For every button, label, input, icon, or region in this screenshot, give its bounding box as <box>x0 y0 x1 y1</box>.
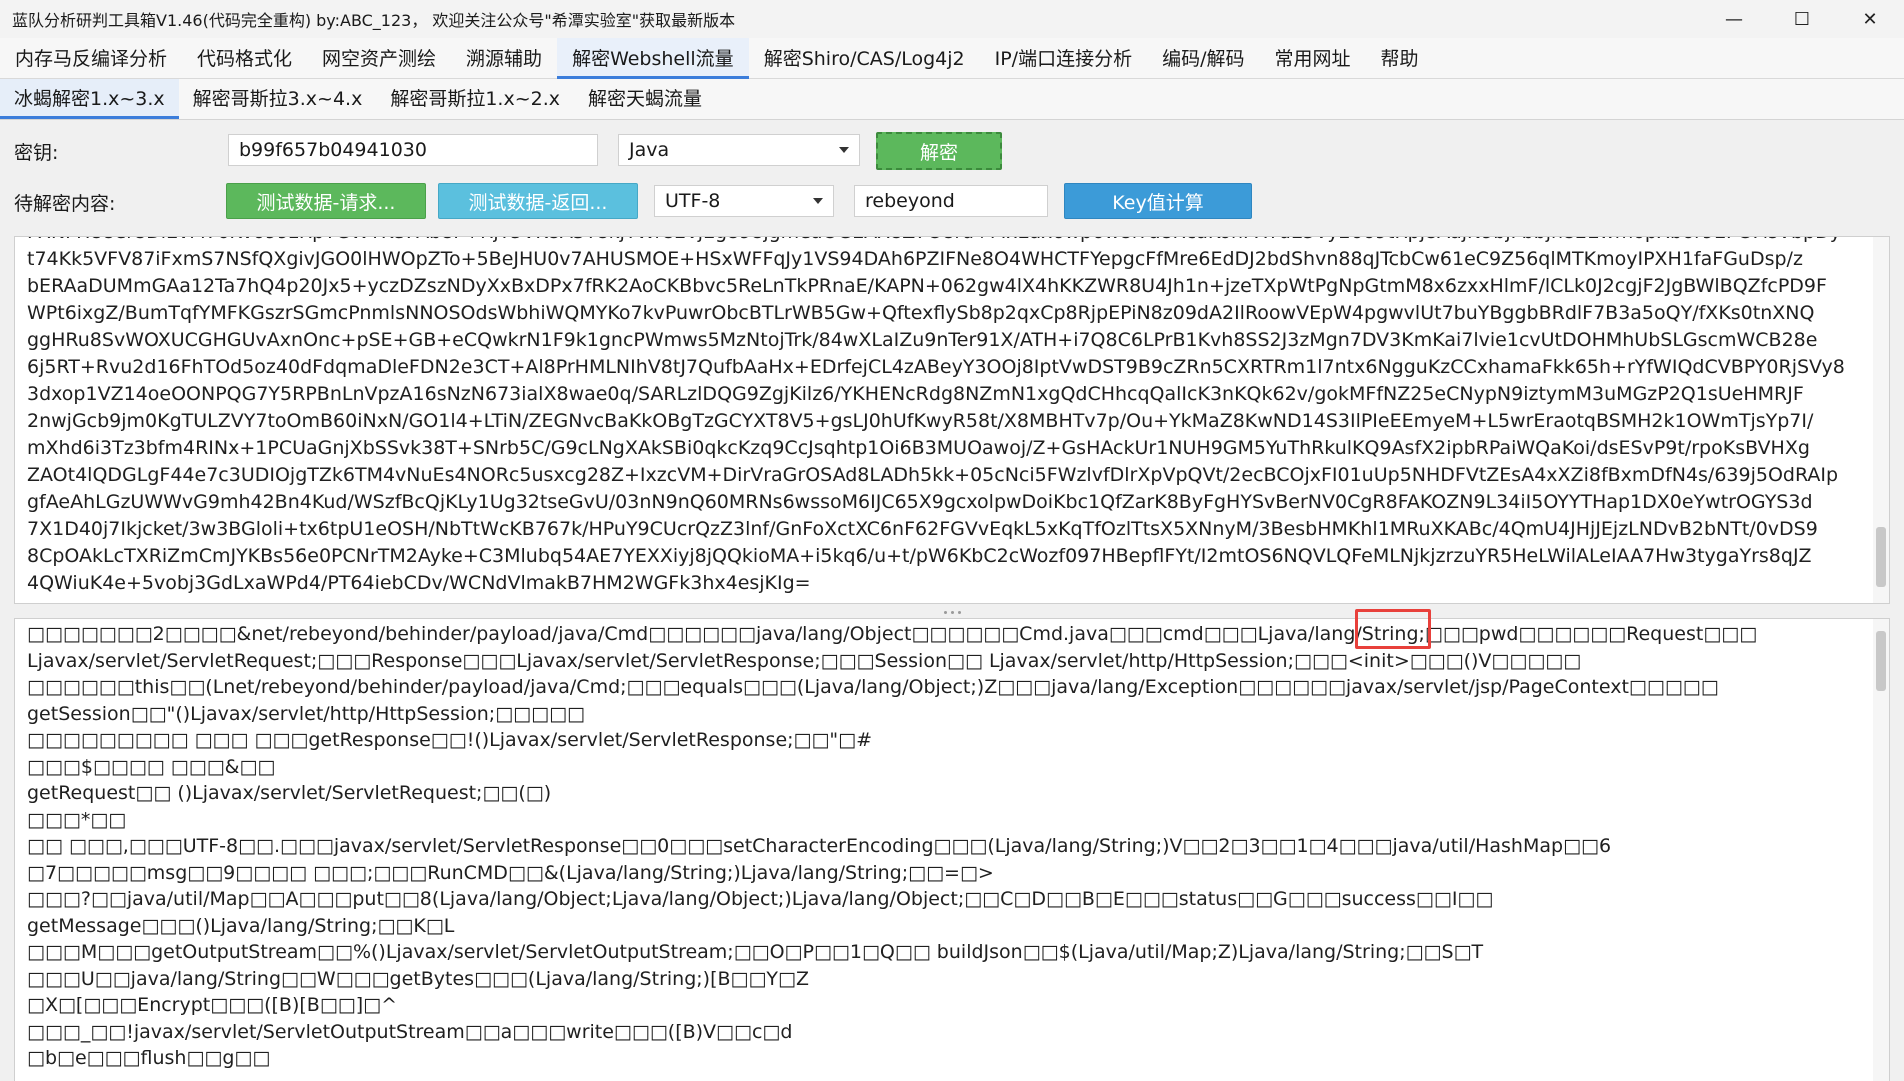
window-title: 蓝队分析研判工具箱V1.46(代码完全重构) by:ABC_123， 欢迎关注公… <box>12 11 736 30</box>
encoded-scrollbar[interactable] <box>1873 237 1889 603</box>
encoded-line: bERAaDUMmGAa12Ta7hQ4p20Jx5+yczDZszNDyXxB… <box>27 275 1827 297</box>
password-input[interactable]: rebeyond <box>854 185 1048 217</box>
tab-tianxie[interactable]: 解密天蝎流量 <box>574 79 716 119</box>
encoded-line: t74Kk5VFV87iFxmS7NSfQXgivJGO0lHWOpZTo+5B… <box>27 248 1803 270</box>
decoded-line: □□□□□□□2□□□□&net/rebeyond/behinder/paylo… <box>27 623 1758 645</box>
menu-shiro-cas-log4j2[interactable]: 解密Shiro/CAS/Log4j2 <box>749 38 980 79</box>
decoded-line: □□□U□□java/lang/String□□W□□□getBytes□□□(… <box>27 967 809 990</box>
encoded-line: 8CpOAkLcTXRiZmCmJYKBs56e0PCNrTM2Ayke+C3M… <box>27 545 1812 567</box>
window-controls: — ☐ ✕ <box>1700 0 1904 38</box>
encoded-scroll-thumb[interactable] <box>1876 527 1886 587</box>
menu-asset-mapping[interactable]: 网空资产测绘 <box>307 38 451 79</box>
encoded-line: ZAOt4lQDGLgF44e7c3UDIOjgTZk6TM4vNuEs4NOR… <box>27 464 1839 486</box>
decoded-line: □X□[□□□Encrypt□□□([B)[B□□]□^ <box>27 994 398 1016</box>
decoded-line: □□□□□□this□□(Lnet/rebeyond/behinder/payl… <box>27 676 1719 698</box>
decoded-line: □□ □□□,□□□UTF-8□□.□□□javax/servlet/Servl… <box>27 835 1612 857</box>
decoded-scrollbar[interactable] <box>1873 619 1889 1081</box>
decoded-line: □7□□□□□msg□□9□□□□ □□□;□□□RunCMD□□&(Ljava… <box>27 861 994 884</box>
language-select[interactable]: Java <box>618 134 860 166</box>
menu-code-format[interactable]: 代码格式化 <box>182 38 307 79</box>
close-icon[interactable]: ✕ <box>1836 0 1904 38</box>
menu-webshell-decrypt[interactable]: 解密Webshell流量 <box>557 38 749 79</box>
decoded-line: □b□e□□□flush□□g□□ <box>27 1047 271 1069</box>
menu-help[interactable]: 帮助 <box>1366 38 1434 79</box>
title-bar: 蓝队分析研判工具箱V1.46(代码完全重构) by:ABC_123， 欢迎关注公… <box>0 0 1904 38</box>
encoding-select[interactable]: UTF-8 <box>654 185 834 217</box>
decoded-line: □□□M□□□getOutputStream□□%()Ljavax/servle… <box>27 941 1484 963</box>
encoded-line: gfAeAhLGzUWWvG9mh42Bn4Kud/WSzfBcQjKLy1Ug… <box>27 491 1813 513</box>
encoded-line: ggHRu8SvWOXUCGHGUvAxnOnc+pSE+GB+eCQwkrN1… <box>27 329 1818 351</box>
language-value: Java <box>629 139 670 161</box>
chevron-down-icon <box>839 147 849 153</box>
minimize-icon[interactable]: — <box>1700 0 1768 38</box>
decoded-output-text: □□□□□□□2□□□□&net/rebeyond/behinder/paylo… <box>27 621 1863 1072</box>
decoded-line: □□□□□□□□□ □□□ □□□getResponse□□!()Ljavax/… <box>27 729 873 751</box>
encoded-content-text: FXNFH88er8DiEvM7oKvo99zRpYGWYKe7Ab8F+RjY… <box>27 237 1863 597</box>
key-input[interactable]: b99f657b04941030 <box>228 134 598 166</box>
encoding-value: UTF-8 <box>665 190 721 212</box>
sub-tabs: 冰蝎解密1.x~3.x 解密哥斯拉3.x~4.x 解密哥斯拉1.x~2.x 解密… <box>0 79 1904 120</box>
encoded-line: 6j5RT+Rvu2d16FhTOd5oz40dFdqmaDleFDN2e3CT… <box>27 356 1845 378</box>
decoded-line: getSession□□"()Ljavax/servlet/http/HttpS… <box>27 702 585 725</box>
tab-behinder[interactable]: 冰蝎解密1.x~3.x <box>0 79 179 119</box>
encoded-line: 7X1D40j7Ikjcket/3w3BGloli+tx6tpU1eOSH/Nb… <box>27 518 1818 540</box>
chevron-down-icon <box>813 198 823 204</box>
encoded-line: mXhd6i3Tz3bfm4RINx+1PCUaGnjXbSSvk38T+SNr… <box>27 437 1810 459</box>
menu-encode-decode[interactable]: 编码/解码 <box>1147 38 1259 79</box>
encoded-content-area[interactable]: FXNFH88er8DiEvM7oKvo99zRpYGWYKe7Ab8F+RjY… <box>14 236 1890 604</box>
decoded-line: □□□?□□java/util/Map□□A□□□put□□8(Ljava/la… <box>27 888 1494 910</box>
decoded-output-area[interactable]: □□□□□□□2□□□□&net/rebeyond/behinder/paylo… <box>14 618 1890 1081</box>
menu-traceback[interactable]: 溯源辅助 <box>451 38 557 79</box>
encoded-line: 4QWiuK4e+5vobj3GdLxaWPd4/PT64iebCDv/WCNd… <box>27 572 811 594</box>
encoded-line: 3dxop1VZ14oeOONPQG7Y5RPBnLnVpzA16sNzN673… <box>27 383 1804 405</box>
key-label: 密钥: <box>14 142 59 164</box>
decoded-line: getMessage□□□()Ljava/lang/String;□□K□L <box>27 914 455 937</box>
test-response-button[interactable]: 测试数据-返回... <box>438 183 638 219</box>
menu-ip-port[interactable]: IP/端口连接分析 <box>980 38 1147 79</box>
encoded-line: FXNFH88er8DiEvM7oKvo99zRpYGWYKe7Ab8F+RjY… <box>27 237 1863 246</box>
content-label: 待解密内容: <box>14 193 116 215</box>
decoded-line: □□□*□□ <box>27 808 127 831</box>
decrypt-button[interactable]: 解密 <box>876 132 1002 170</box>
maximize-icon[interactable]: ☐ <box>1768 0 1836 38</box>
test-request-button[interactable]: 测试数据-请求... <box>226 183 426 219</box>
tab-godzilla-3-4[interactable]: 解密哥斯拉3.x~4.x <box>179 79 377 119</box>
decoded-line: □□□_□□!javax/servlet/ServletOutputStream… <box>27 1020 793 1043</box>
pwd-highlight-box <box>1355 609 1431 649</box>
tab-godzilla-1-2[interactable]: 解密哥斯拉1.x~2.x <box>376 79 574 119</box>
decoded-line: getRequest□□ ()Ljavax/servlet/ServletReq… <box>27 782 552 804</box>
encoded-line: WPt6ixgZ/BumTqfYMFKGszrSGmcPnmlsNNOSOdsW… <box>27 302 1815 324</box>
pane-splitter[interactable] <box>0 608 1904 616</box>
decoded-scroll-thumb[interactable] <box>1876 631 1886 691</box>
menu-memory-shell[interactable]: 内存马反编译分析 <box>0 38 182 79</box>
encoded-line: 2nwjGcb9jm0KgTULZVY7toOmB60iNxN/GO1l4+LT… <box>27 410 1814 432</box>
main-menu: 内存马反编译分析 代码格式化 网空资产测绘 溯源辅助 解密Webshell流量 … <box>0 38 1904 79</box>
key-calc-button[interactable]: Key值计算 <box>1064 183 1252 219</box>
decoded-line: □□□$□□□□ □□□&□□ <box>27 755 276 778</box>
menu-useful-links[interactable]: 常用网址 <box>1259 38 1365 79</box>
decoded-line: Ljavax/servlet/ServletRequest;□□□Respons… <box>27 649 1582 672</box>
